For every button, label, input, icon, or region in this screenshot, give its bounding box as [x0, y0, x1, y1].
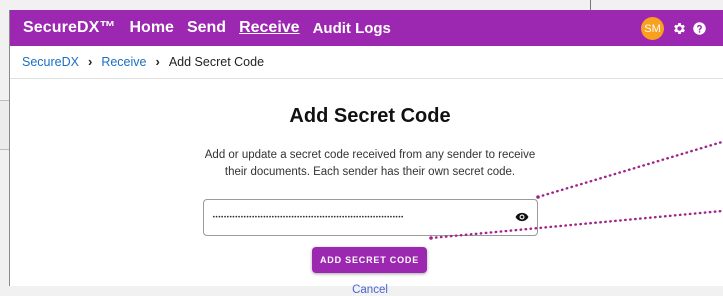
breadcrumb-receive-link[interactable]: Receive	[101, 55, 146, 69]
user-avatar[interactable]: SM	[641, 17, 664, 40]
page-description: Add or update a secret code received fro…	[204, 149, 536, 178]
help-icon[interactable]	[692, 21, 707, 36]
chevron-right-icon: ›	[87, 54, 93, 69]
breadcrumb-securedx-link[interactable]: SecureDX	[22, 55, 79, 69]
chevron-right-icon: ›	[155, 54, 160, 69]
gear-icon[interactable]	[672, 21, 687, 36]
secret-code-input[interactable]	[210, 213, 514, 222]
nav-receive-link[interactable]: Receive	[239, 19, 300, 37]
eye-icon[interactable]	[515, 211, 529, 223]
top-right-actions: SM	[641, 17, 712, 40]
add-secret-code-button[interactable]: ADD SECRET CODE	[312, 247, 427, 273]
breadcrumb: SecureDX › Receive › Add Secret Code	[22, 54, 723, 69]
page-title: Add Secret Code	[289, 105, 451, 127]
app-window: SecureDX™ Home Send Receive Audit Logs S…	[9, 10, 723, 296]
brand-logo-text[interactable]: SecureDX™	[23, 19, 116, 37]
nav-home-link[interactable]: Home	[130, 19, 174, 37]
background-window-edge	[590, 0, 591, 10]
secret-code-field	[203, 199, 538, 236]
breadcrumb-current-page: Add Secret Code	[168, 54, 265, 69]
top-navigation-bar: SecureDX™ Home Send Receive Audit Logs S…	[10, 10, 723, 46]
nav-audit-logs-link[interactable]: Audit Logs	[313, 20, 391, 37]
header-divider	[10, 78, 723, 79]
nav-send-link[interactable]: Send	[187, 19, 226, 37]
main-nav: Home Send Receive Audit Logs	[130, 19, 404, 37]
